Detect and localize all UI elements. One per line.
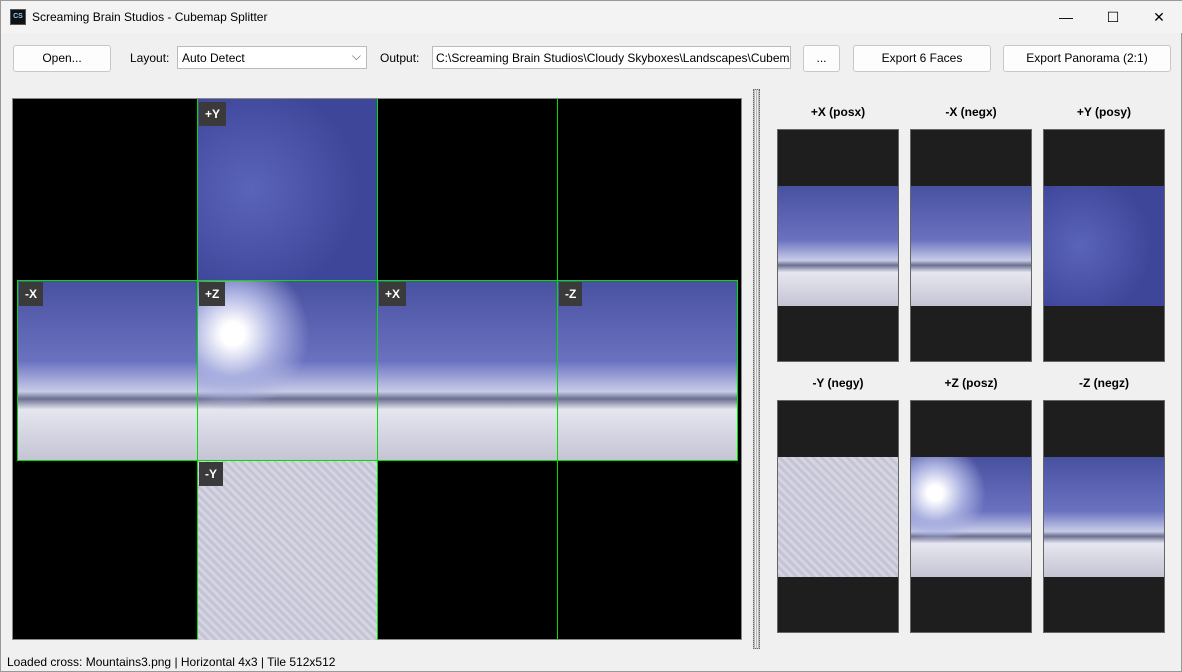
face-thumb-negz	[1043, 400, 1165, 633]
face-label: -Z (negz)	[1079, 376, 1129, 390]
tile-label: -X	[19, 282, 43, 306]
tile-posx	[377, 280, 557, 460]
tile-label: +Y	[199, 102, 227, 126]
grid-line	[17, 460, 738, 461]
window-title: Screaming Brain Studios - Cubemap Splitt…	[32, 10, 268, 24]
face-thumb-posz	[910, 400, 1032, 633]
layout-label: Layout:	[130, 51, 170, 65]
tile-negx	[17, 280, 197, 460]
face-label: +Z (posz)	[944, 376, 998, 390]
face-label: +Y (posy)	[1076, 105, 1132, 119]
open-button[interactable]: Open...	[13, 45, 111, 72]
grid-line	[17, 280, 18, 460]
export-panorama-button[interactable]: Export Panorama (2:1)	[1003, 45, 1171, 72]
layout-value: Auto Detect	[182, 51, 245, 65]
tile-label: -Y	[199, 462, 223, 486]
export-faces-button[interactable]: Export 6 Faces	[853, 45, 991, 72]
cross-preview-canvas[interactable]: +Y -X +Z +X -Z -Y	[12, 98, 742, 640]
grid-line	[197, 99, 198, 639]
face-thumb-negy	[777, 400, 899, 633]
app-icon: CS	[10, 9, 26, 25]
tile-label: +Z	[199, 282, 226, 306]
close-button[interactable]: ✕	[1136, 1, 1182, 33]
grid-line	[737, 280, 738, 460]
chevron-down-icon: ⌵	[351, 49, 361, 63]
face-thumb-posy	[1043, 129, 1165, 362]
tile-negz	[557, 280, 737, 460]
face-label: -Y (negy)	[812, 376, 864, 390]
grid-line	[377, 99, 378, 639]
output-path-input[interactable]: C:\Screaming Brain Studios\Cloudy Skybox…	[432, 46, 791, 69]
face-label: +X (posx)	[810, 105, 866, 119]
browse-button[interactable]: ...	[803, 45, 840, 72]
status-bar: Loaded cross: Mountains3.png | Horizonta…	[7, 655, 336, 669]
panel-splitter[interactable]	[753, 89, 760, 649]
tile-negy	[197, 460, 377, 640]
grid-line	[17, 280, 738, 281]
tile-label: -Z	[559, 282, 583, 306]
layout-select[interactable]: Auto Detect ⌵	[177, 46, 367, 69]
face-thumb-posx	[777, 129, 899, 362]
tile-posz	[197, 280, 377, 460]
output-label: Output:	[380, 51, 420, 65]
tile-posy	[197, 99, 377, 280]
tile-label: +X	[379, 282, 407, 306]
minimize-button[interactable]: —	[1043, 1, 1089, 33]
face-thumb-negx	[910, 129, 1032, 362]
face-label: -X (negx)	[945, 105, 997, 119]
maximize-button[interactable]: ☐	[1090, 1, 1136, 33]
grid-line	[557, 99, 558, 639]
